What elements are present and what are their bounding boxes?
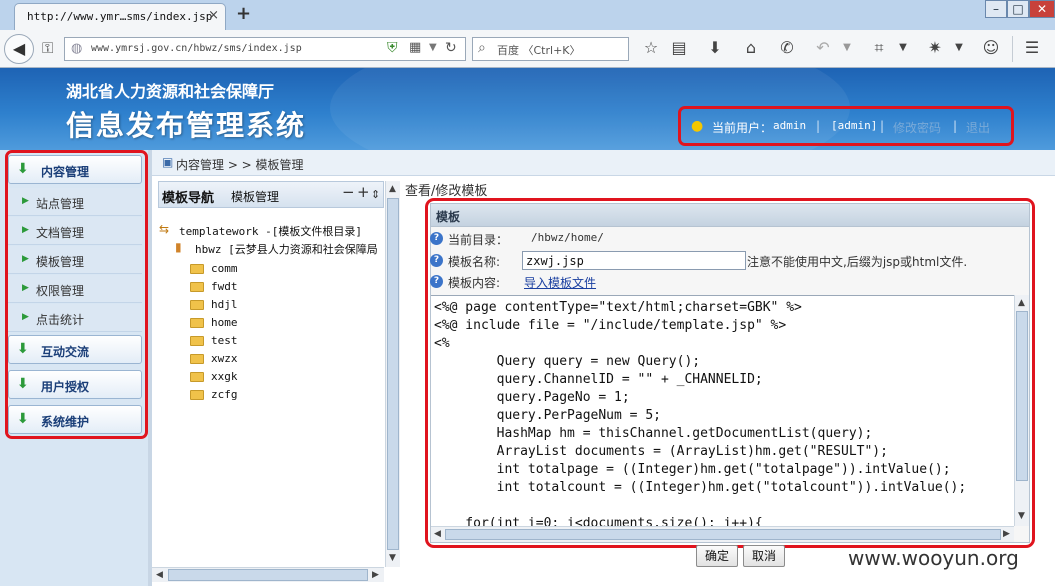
cancel-button[interactable]: 取消 xyxy=(743,545,785,567)
qr-code-icon[interactable]: ▦ xyxy=(409,40,421,55)
bug-icon[interactable]: ✷ xyxy=(924,38,946,57)
folder-icon xyxy=(190,300,204,310)
tree-site[interactable]: hbwz [云梦县人力资源和社会保障局 xyxy=(195,241,378,257)
browser-nav-bar: ◀ ⚿ ◍ www.ymrsj.gov.cn/hbwz/sms/index.js… xyxy=(0,30,1055,68)
folder-icon xyxy=(190,318,204,328)
smiley-icon[interactable]: ☺ xyxy=(980,38,1002,57)
tree-folder[interactable]: xwzx xyxy=(211,352,238,365)
tree-folder[interactable]: fwdt xyxy=(211,280,238,293)
tree-folder[interactable]: xxgk xyxy=(211,370,238,383)
monitor-icon: ▣ xyxy=(162,155,174,169)
new-tab-button[interactable]: + xyxy=(236,3,251,24)
scroll-down-icon[interactable]: ▼ xyxy=(389,553,396,563)
expand-icon[interactable]: + xyxy=(357,183,370,201)
url-dropdown-icon[interactable]: ▼ xyxy=(429,42,437,53)
change-password-link[interactable]: 修改密码 xyxy=(893,119,941,136)
refresh-icon[interactable]: ⇕ xyxy=(371,188,380,201)
logout-link[interactable]: 退出 xyxy=(966,119,990,136)
shield-icon[interactable]: ⛨ xyxy=(387,40,398,56)
key-icon[interactable]: ⚿ xyxy=(42,39,53,57)
reload-icon[interactable]: ↻ xyxy=(445,40,457,56)
tab-close-icon[interactable]: × xyxy=(208,8,219,23)
template-editor-highlight xyxy=(425,198,1035,548)
folder-icon xyxy=(190,354,204,364)
search-placeholder[interactable]: 百度 〈Ctrl+K〉 xyxy=(497,42,581,58)
current-user-name: admin xyxy=(773,119,807,132)
reading-list-icon[interactable]: ▤ xyxy=(668,38,690,57)
template-nav-panel: 模板导航 模板管理 − + ⇕ ⇆ templatework -[模板文件根目录… xyxy=(152,181,400,586)
folder-icon xyxy=(190,336,204,346)
home-icon[interactable]: ⌂ xyxy=(740,38,762,57)
tree-folder[interactable]: comm xyxy=(211,262,238,275)
tree-folder[interactable]: test xyxy=(211,334,238,347)
download-icon[interactable]: ⬇ xyxy=(704,38,726,57)
org-name: 湖北省人力资源和社会保障厅 xyxy=(66,82,275,101)
bookmark-star-icon[interactable]: ☆ xyxy=(640,38,662,57)
browser-tab[interactable]: http://www.ymr…sms/index.jsp × xyxy=(14,3,226,30)
sidebar: ⬇ 内容管理 ▶ 站点管理 ▶ 文档管理 ▶ 模板管理 ▶ 权限管理 ▶ 点击统… xyxy=(0,150,150,586)
bug-dropdown-icon[interactable]: ▼ xyxy=(948,42,970,53)
ok-button[interactable]: 确定 xyxy=(696,545,738,567)
tree-root[interactable]: templatework -[模板文件根目录] xyxy=(179,223,362,239)
user-icon: ● xyxy=(691,118,704,134)
folder-icon xyxy=(190,282,204,292)
scroll-thumb[interactable] xyxy=(387,198,399,550)
globe-icon: ◍ xyxy=(71,41,83,56)
back-arrow-icon[interactable]: ◀ xyxy=(4,34,34,64)
menu-icon[interactable]: ☰ xyxy=(1021,38,1043,57)
collapse-icon[interactable]: − xyxy=(342,183,355,201)
page-header: 湖北省人力资源和社会保障厅 信息发布管理系统 ● 当前用户： admin | [… xyxy=(0,68,1055,150)
scroll-thumb[interactable] xyxy=(168,569,368,581)
window-maximize-button[interactable]: □ xyxy=(1007,0,1029,18)
tree-folder[interactable]: zcfg xyxy=(211,388,238,401)
system-title: 信息发布管理系统 xyxy=(66,109,307,142)
window-minimize-button[interactable]: – xyxy=(985,0,1007,18)
site-icon: ▮ xyxy=(175,240,182,254)
folder-icon xyxy=(190,390,204,400)
tree-folder[interactable]: hdjl xyxy=(211,298,238,311)
current-user-label: 当前用户： xyxy=(712,121,773,135)
sidebar-splitter[interactable] xyxy=(148,150,152,586)
tree-folder[interactable]: home xyxy=(211,316,238,329)
tab-title: http://www.ymr…sms/index.jsp xyxy=(27,10,213,23)
url-bar[interactable]: ◍ www.ymrsj.gov.cn/hbwz/sms/index.jsp ⛨ … xyxy=(64,37,466,61)
browser-tab-bar: http://www.ymr…sms/index.jsp × + – □ ✕ xyxy=(0,0,1055,30)
user-role-link[interactable]: [admin] xyxy=(831,119,877,132)
sidebar-highlight xyxy=(5,150,148,439)
template-nav-tab[interactable]: 模板管理 xyxy=(231,188,279,205)
search-icon: ⌕ xyxy=(478,40,486,56)
search-box[interactable]: ⌕ 百度 〈Ctrl+K〉 xyxy=(472,37,629,61)
scroll-left-icon[interactable]: ◀ xyxy=(156,570,163,580)
toolbar-divider xyxy=(1012,36,1013,62)
user-info-highlight: ● 当前用户： admin | [admin] | 修改密码 | 退出 xyxy=(678,106,1014,146)
template-nav-header: 模板导航 模板管理 − + ⇕ xyxy=(158,181,384,208)
template-nav-title: 模板导航 xyxy=(162,191,215,206)
scroll-right-icon[interactable]: ▶ xyxy=(372,570,379,580)
separator: | xyxy=(953,119,958,133)
breadcrumb-text: 内容管理 > > 模板管理 xyxy=(176,158,304,172)
separator: | xyxy=(880,119,885,133)
undo-dropdown-icon[interactable]: ▼ xyxy=(836,42,858,53)
tree-horizontal-scrollbar[interactable]: ◀ ▶ xyxy=(152,567,384,582)
undo-icon[interactable]: ↶ xyxy=(812,38,834,57)
separator: | xyxy=(816,119,821,133)
scroll-up-icon[interactable]: ▲ xyxy=(389,184,396,194)
url-text[interactable]: www.ymrsj.gov.cn/hbwz/sms/index.jsp xyxy=(91,43,302,54)
breadcrumb: ▣ 内容管理 > > 模板管理 xyxy=(152,150,1055,176)
crop-dropdown-icon[interactable]: ▼ xyxy=(892,42,914,53)
crop-icon[interactable]: ⌗ xyxy=(868,38,890,58)
tree-root-icon: ⇆ xyxy=(159,222,170,236)
watermark: www.wooyun.org xyxy=(848,546,1019,570)
view-title: 查看/修改模板 xyxy=(405,184,488,199)
tree-vertical-scrollbar[interactable]: ▲ ▼ xyxy=(385,181,400,567)
chat-icon[interactable]: ✆ xyxy=(776,38,798,57)
window-close-button[interactable]: ✕ xyxy=(1029,0,1055,18)
folder-icon xyxy=(190,372,204,382)
folder-icon xyxy=(190,264,204,274)
